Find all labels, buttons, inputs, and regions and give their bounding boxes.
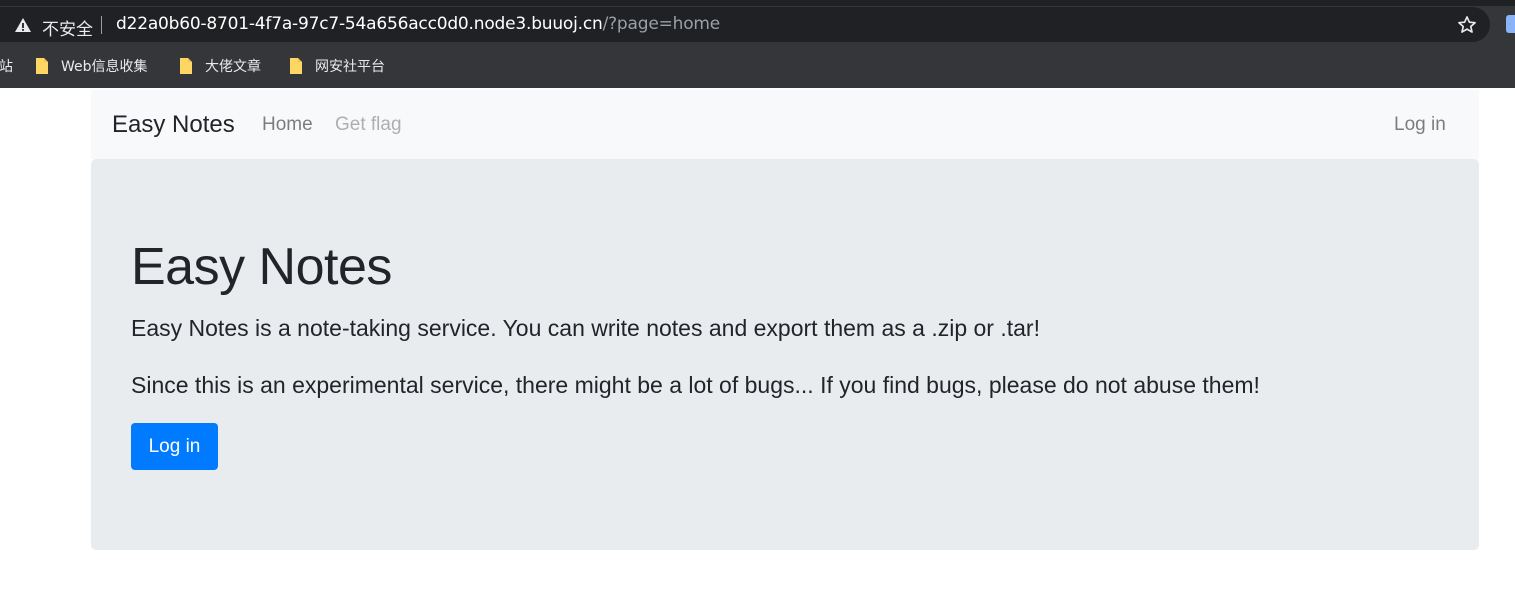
- url-text[interactable]: d22a0b60-8701-4f7a-97c7-54a656acc0d0.nod…: [116, 14, 720, 34]
- bookmarks-bar: 站 Web信息收集 大佬文章 网安社平台: [0, 48, 1515, 84]
- url-path: /?page=home: [602, 14, 721, 34]
- page-title: Easy Notes: [131, 238, 392, 296]
- bookmark-label: 大佬文章: [205, 59, 261, 75]
- star-icon[interactable]: [1456, 14, 1478, 36]
- address-bar[interactable]: 不安全 d22a0b60-8701-4f7a-97c7-54a656acc0d0…: [0, 7, 1490, 42]
- lead-description: Easy Notes is a note-taking service. You…: [131, 315, 1040, 341]
- bookmark-item[interactable]: 站: [0, 55, 13, 77]
- nav-link-get-flag[interactable]: Get flag: [335, 114, 402, 136]
- tab-strip: [0, 0, 1515, 6]
- nav-link-home[interactable]: Home: [262, 114, 313, 136]
- extension-icon[interactable]: [1506, 15, 1515, 33]
- bookmark-folder-platform[interactable]: 网安社平台: [289, 55, 385, 77]
- nav-link-login[interactable]: Log in: [1394, 114, 1446, 136]
- folder-icon: [290, 58, 302, 74]
- browser-chrome: 不安全 d22a0b60-8701-4f7a-97c7-54a656acc0d0…: [0, 0, 1515, 88]
- warning-triangle-icon[interactable]: [14, 16, 32, 34]
- bookmark-folder-articles[interactable]: 大佬文章: [179, 55, 261, 77]
- security-label[interactable]: 不安全: [42, 15, 93, 40]
- bookmark-label: 站: [0, 59, 13, 75]
- folder-icon: [180, 58, 192, 74]
- folder-icon: [36, 58, 48, 74]
- omnibox-divider: [101, 16, 102, 34]
- login-button[interactable]: Log in: [131, 423, 218, 470]
- bookmark-label: 网安社平台: [315, 59, 385, 75]
- url-host: d22a0b60-8701-4f7a-97c7-54a656acc0d0.nod…: [116, 14, 603, 34]
- jumbotron: Easy Notes Easy Notes is a note-taking s…: [91, 159, 1479, 550]
- bookmark-label: Web信息收集: [61, 59, 148, 75]
- bookmark-folder-web[interactable]: Web信息收集: [35, 55, 148, 77]
- navbar-brand[interactable]: Easy Notes: [112, 111, 235, 139]
- lead-warning: Since this is an experimental service, t…: [131, 372, 1260, 398]
- navbar: Easy Notes Home Get flag Log in: [91, 90, 1479, 159]
